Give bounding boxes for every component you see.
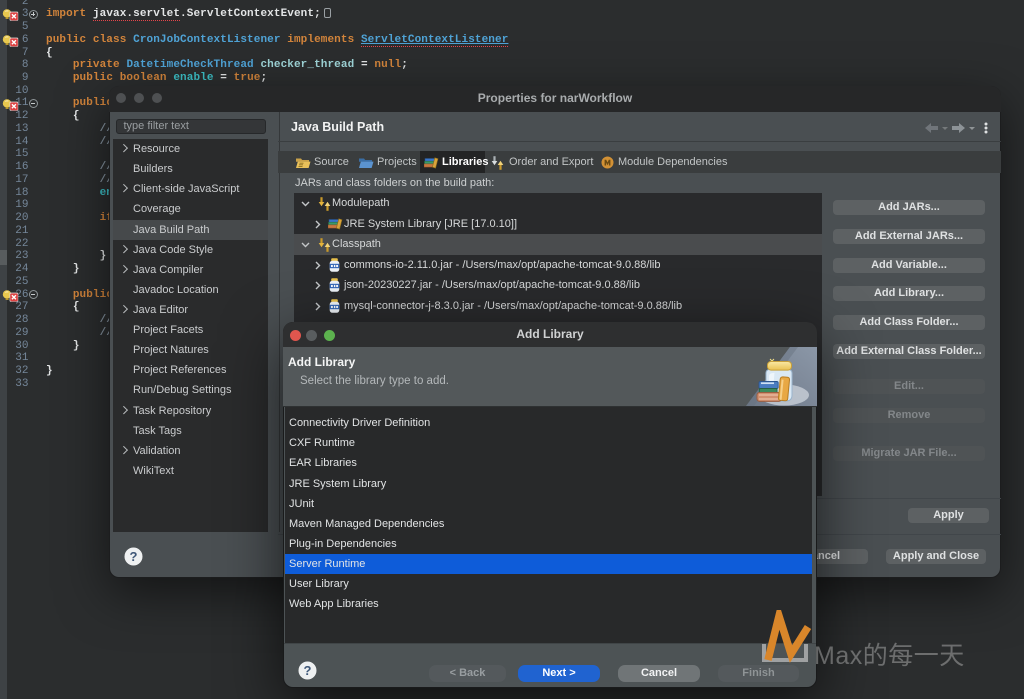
svg-text:?: ? — [129, 549, 137, 564]
svg-text:?: ? — [304, 663, 312, 678]
